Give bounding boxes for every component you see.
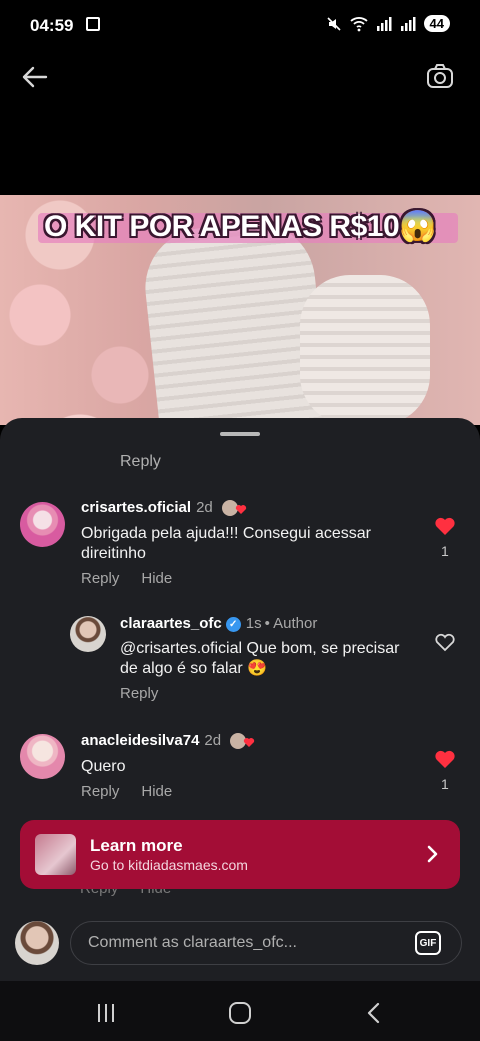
camera-icon[interactable] (424, 60, 456, 92)
like-count: 1 (441, 543, 449, 559)
status-bar: 04:59 44 (0, 0, 480, 52)
status-icons: 44 (326, 15, 450, 32)
top-bar (0, 52, 480, 104)
comment-input[interactable]: Comment as claraartes_ofc... GIF (70, 921, 462, 965)
reply-button[interactable]: Reply (120, 685, 158, 702)
heart-icon[interactable] (434, 516, 456, 536)
comment-actions: Reply Hide (81, 570, 194, 587)
comment-text: @crisartes.oficial Que bom, se precisar … (120, 640, 400, 677)
drag-handle[interactable] (220, 432, 260, 436)
signal-icon-2 (400, 16, 416, 31)
video-preview[interactable]: O KIT POR APENAS R$10😱 (0, 195, 480, 425)
avatar[interactable] (70, 616, 106, 652)
comment-text: Quero (81, 758, 126, 775)
ad-thumbnail (35, 834, 76, 875)
ad-banner[interactable]: Learn more Go to kitdiadasmaes.com (20, 820, 460, 889)
signal-icon (376, 16, 392, 31)
author-badge: • Author (264, 615, 318, 632)
author-liked-icon (230, 733, 255, 750)
battery-level: 44 (423, 15, 450, 32)
username[interactable]: crisartes.oficial (81, 499, 191, 516)
recent-apps-icon[interactable] (96, 1004, 116, 1022)
video-caption: O KIT POR APENAS R$10😱 (44, 210, 437, 243)
username[interactable]: claraartes_ofc (120, 615, 222, 632)
comment-composer: Comment as claraartes_ofc... GIF (0, 903, 480, 981)
username[interactable]: anacleidesilva74 (81, 732, 199, 749)
status-time: 04:59 (30, 16, 74, 35)
reply-button[interactable]: Reply (81, 783, 119, 800)
comment-actions: Reply Hide (81, 783, 194, 800)
comment-header: crisartes.oficial 2d (81, 499, 249, 517)
hide-button[interactable]: Hide (141, 570, 172, 587)
mute-icon (326, 16, 341, 31)
verified-icon: ✓ (225, 616, 241, 632)
system-nav-bar (0, 981, 480, 1041)
screenshot-icon (86, 17, 100, 31)
hide-button[interactable]: Hide (141, 783, 172, 800)
comment-header: anacleidesilva74 2d (81, 732, 257, 750)
reply-button[interactable]: Reply (120, 453, 161, 471)
comment-time: 2d (196, 499, 213, 516)
back-arrow-icon[interactable] (18, 60, 52, 94)
comment-actions: Reply (120, 685, 180, 702)
avatar (15, 921, 59, 965)
ad-title: Learn more (90, 836, 183, 855)
avatar[interactable] (20, 734, 65, 779)
comment-placeholder: Comment as claraartes_ofc... (88, 934, 297, 951)
home-icon[interactable] (229, 1002, 251, 1024)
heart-icon[interactable] (434, 749, 456, 769)
heart-outline-icon[interactable] (434, 632, 456, 652)
like-count: 1 (441, 776, 449, 792)
chevron-right-icon[interactable] (426, 844, 440, 864)
gif-icon[interactable]: GIF (415, 931, 441, 955)
comment-text: Obrigada pela ajuda!!! Consegui acessar … (81, 525, 371, 562)
comment-time: 2d (204, 732, 222, 749)
author-liked-icon (221, 500, 247, 517)
comment-header: claraartes_ofc ✓ 1s • Author (120, 615, 317, 632)
ad-subtitle: Go to kitdiadasmaes.com (90, 857, 248, 873)
reply-button[interactable]: Reply (81, 570, 119, 587)
comments-sheet: Reply crisartes.oficial 2d Obrigada pela … (0, 418, 480, 981)
back-icon[interactable] (365, 1002, 381, 1024)
wifi-icon (349, 16, 368, 31)
avatar[interactable] (20, 502, 65, 547)
comment-time: 1s (245, 615, 262, 632)
sock-image-2 (300, 275, 430, 425)
